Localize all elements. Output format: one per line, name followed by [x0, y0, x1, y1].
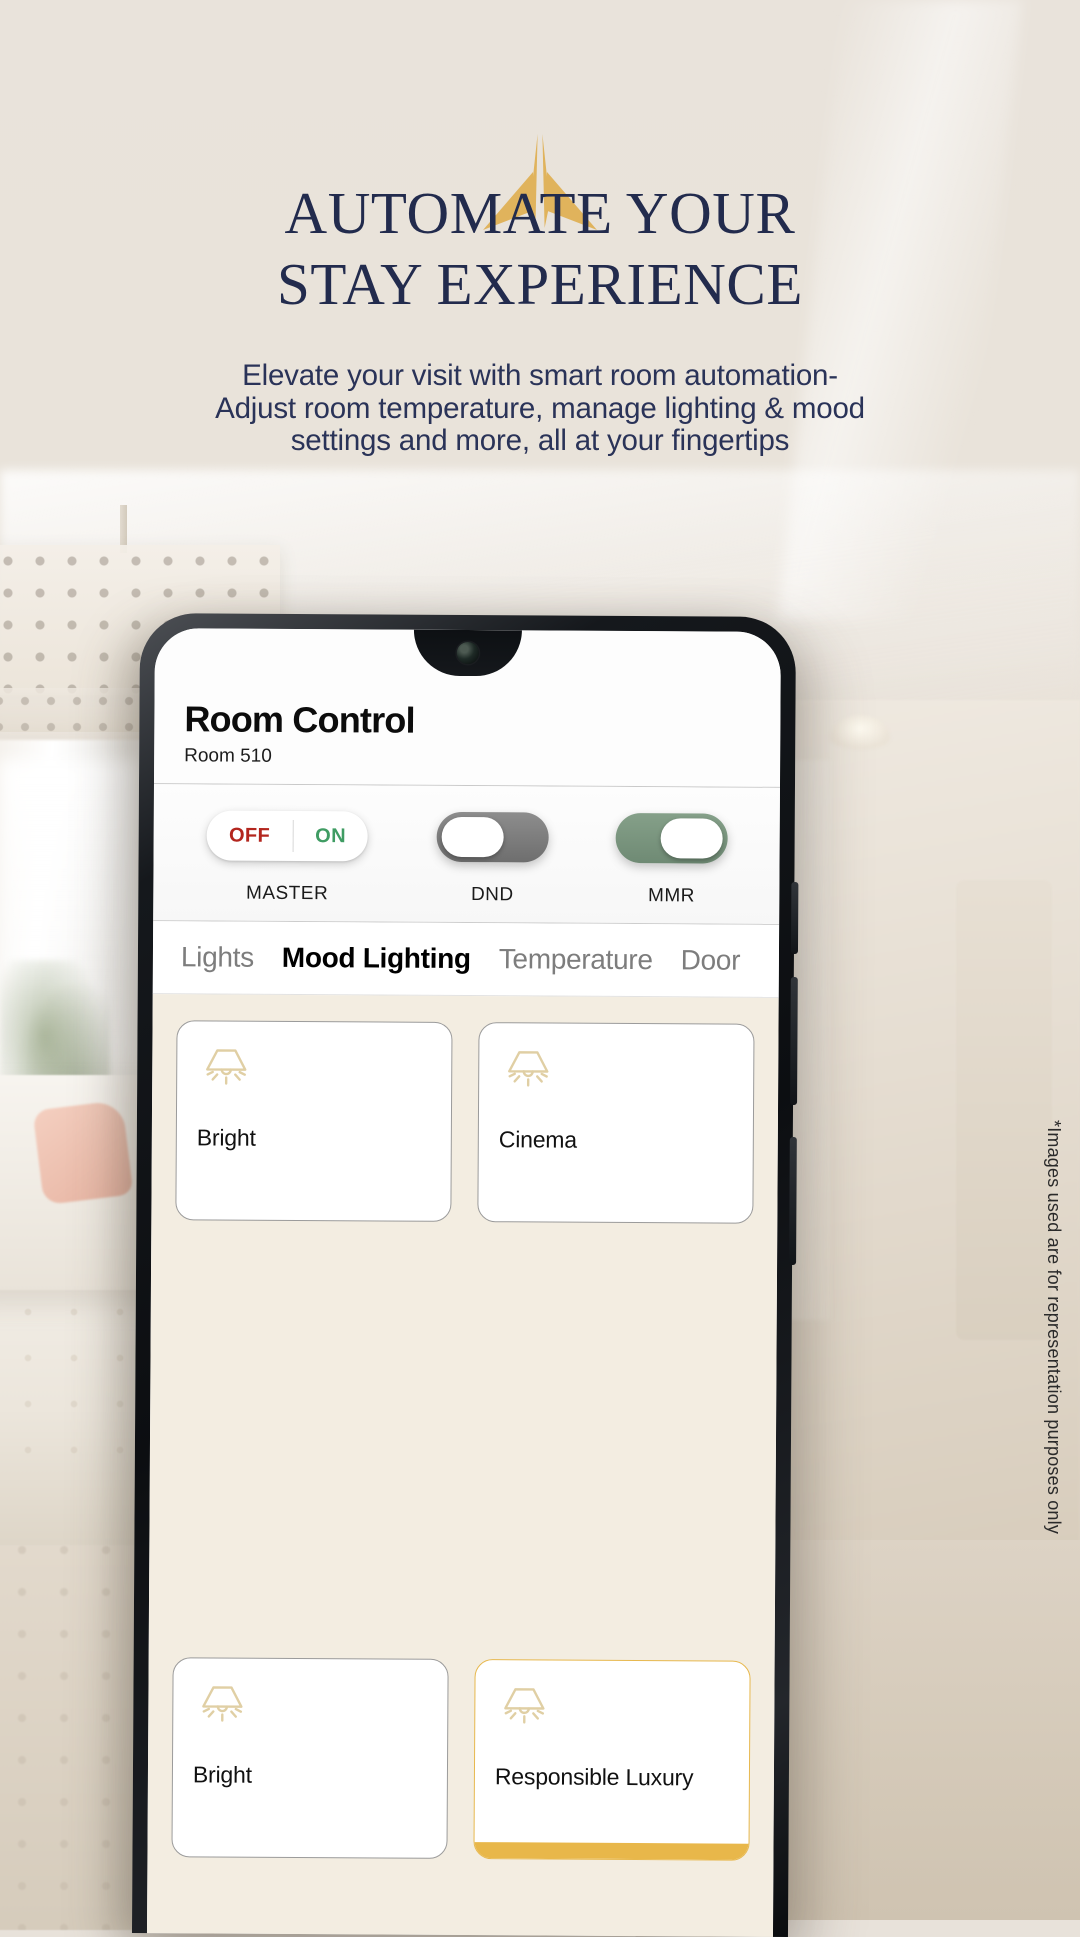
- lamp-light-icon: [499, 1045, 733, 1101]
- brand-logo: [0, 0, 1080, 230]
- phone-mockup: Room Control Room 510 OFF ON MASTER DND: [131, 613, 799, 1937]
- tab-door[interactable]: Door: [667, 944, 755, 977]
- dnd-label: DND: [470, 883, 514, 906]
- selected-indicator-bar: [474, 1842, 749, 1861]
- phone-button-top[interactable]: [790, 881, 799, 955]
- mmr-toggle-switch[interactable]: [615, 812, 728, 864]
- master-on-option[interactable]: ON: [293, 811, 368, 861]
- master-control: OFF ON MASTER: [177, 810, 397, 905]
- mood-card-label: Bright: [192, 1761, 252, 1789]
- mood-card-bright-1[interactable]: Bright: [175, 1020, 453, 1222]
- quick-controls-row: OFF ON MASTER DND MMR: [153, 783, 780, 925]
- subcopy-line-1: Elevate your visit with smart room autom…: [242, 359, 838, 392]
- phone-button-power[interactable]: [789, 1136, 797, 1266]
- front-camera-icon: [456, 641, 479, 665]
- tab-mood-lighting[interactable]: Mood Lighting: [268, 942, 485, 975]
- hero-section: AUTOMATE YOUR STAY EXPERIENCE Elevate yo…: [0, 0, 1080, 458]
- mood-card-responsible-luxury[interactable]: Responsible Luxury: [473, 1659, 751, 1862]
- room-number-label: Room 510: [184, 745, 272, 767]
- subcopy-line-2: Adjust room temperature, manage lighting…: [215, 391, 865, 425]
- phone-button-volume[interactable]: [790, 976, 798, 1106]
- mmr-label: MMR: [647, 884, 695, 907]
- mood-card-cinema[interactable]: Cinema: [477, 1021, 755, 1224]
- tab-temperature[interactable]: Temperature: [485, 943, 667, 976]
- headline-line-2: STAY EXPERIENCE: [276, 251, 804, 317]
- mood-card-label: Cinema: [498, 1126, 577, 1153]
- page-title: AUTOMATE YOUR STAY EXPERIENCE: [0, 184, 1080, 314]
- dnd-toggle-knob: [441, 816, 504, 858]
- master-segmented-toggle[interactable]: OFF ON: [206, 810, 369, 862]
- hero-description: Elevate your visit with smart room autom…: [0, 359, 1080, 458]
- phone-screen: Room Control Room 510 OFF ON MASTER DND: [146, 628, 781, 1937]
- lamp-light-icon: [193, 1681, 427, 1737]
- mood-card-label: Bright: [196, 1124, 256, 1151]
- tab-bar: Lights Mood Lighting Temperature Door: [152, 920, 780, 998]
- subcopy-line-3: settings and more, all at your fingertip…: [290, 424, 790, 458]
- mood-cards-grid: Bright Cinema Bright Responsible Luxury: [146, 993, 779, 1937]
- dnd-control: DND: [397, 811, 588, 906]
- mood-card-bright-2[interactable]: Bright: [171, 1657, 449, 1860]
- disclaimer-note: *Images used are for representation purp…: [1044, 1120, 1064, 1535]
- tab-lights[interactable]: Lights: [167, 941, 268, 974]
- master-label: MASTER: [245, 882, 329, 904]
- lamp-light-icon: [495, 1682, 729, 1738]
- lamp-light-icon: [197, 1043, 431, 1099]
- bg-right-panel: [956, 880, 1052, 1340]
- headline-line-1: AUTOMATE YOUR: [284, 180, 796, 246]
- dnd-toggle-switch[interactable]: [436, 811, 549, 863]
- mmr-toggle-knob: [660, 817, 723, 859]
- mood-card-label: Responsible Luxury: [494, 1763, 694, 1791]
- mmr-control: MMR: [588, 812, 756, 908]
- master-off-option[interactable]: OFF: [207, 810, 293, 861]
- bg-cushion: [32, 1099, 134, 1206]
- app-title: Room Control: [184, 698, 415, 741]
